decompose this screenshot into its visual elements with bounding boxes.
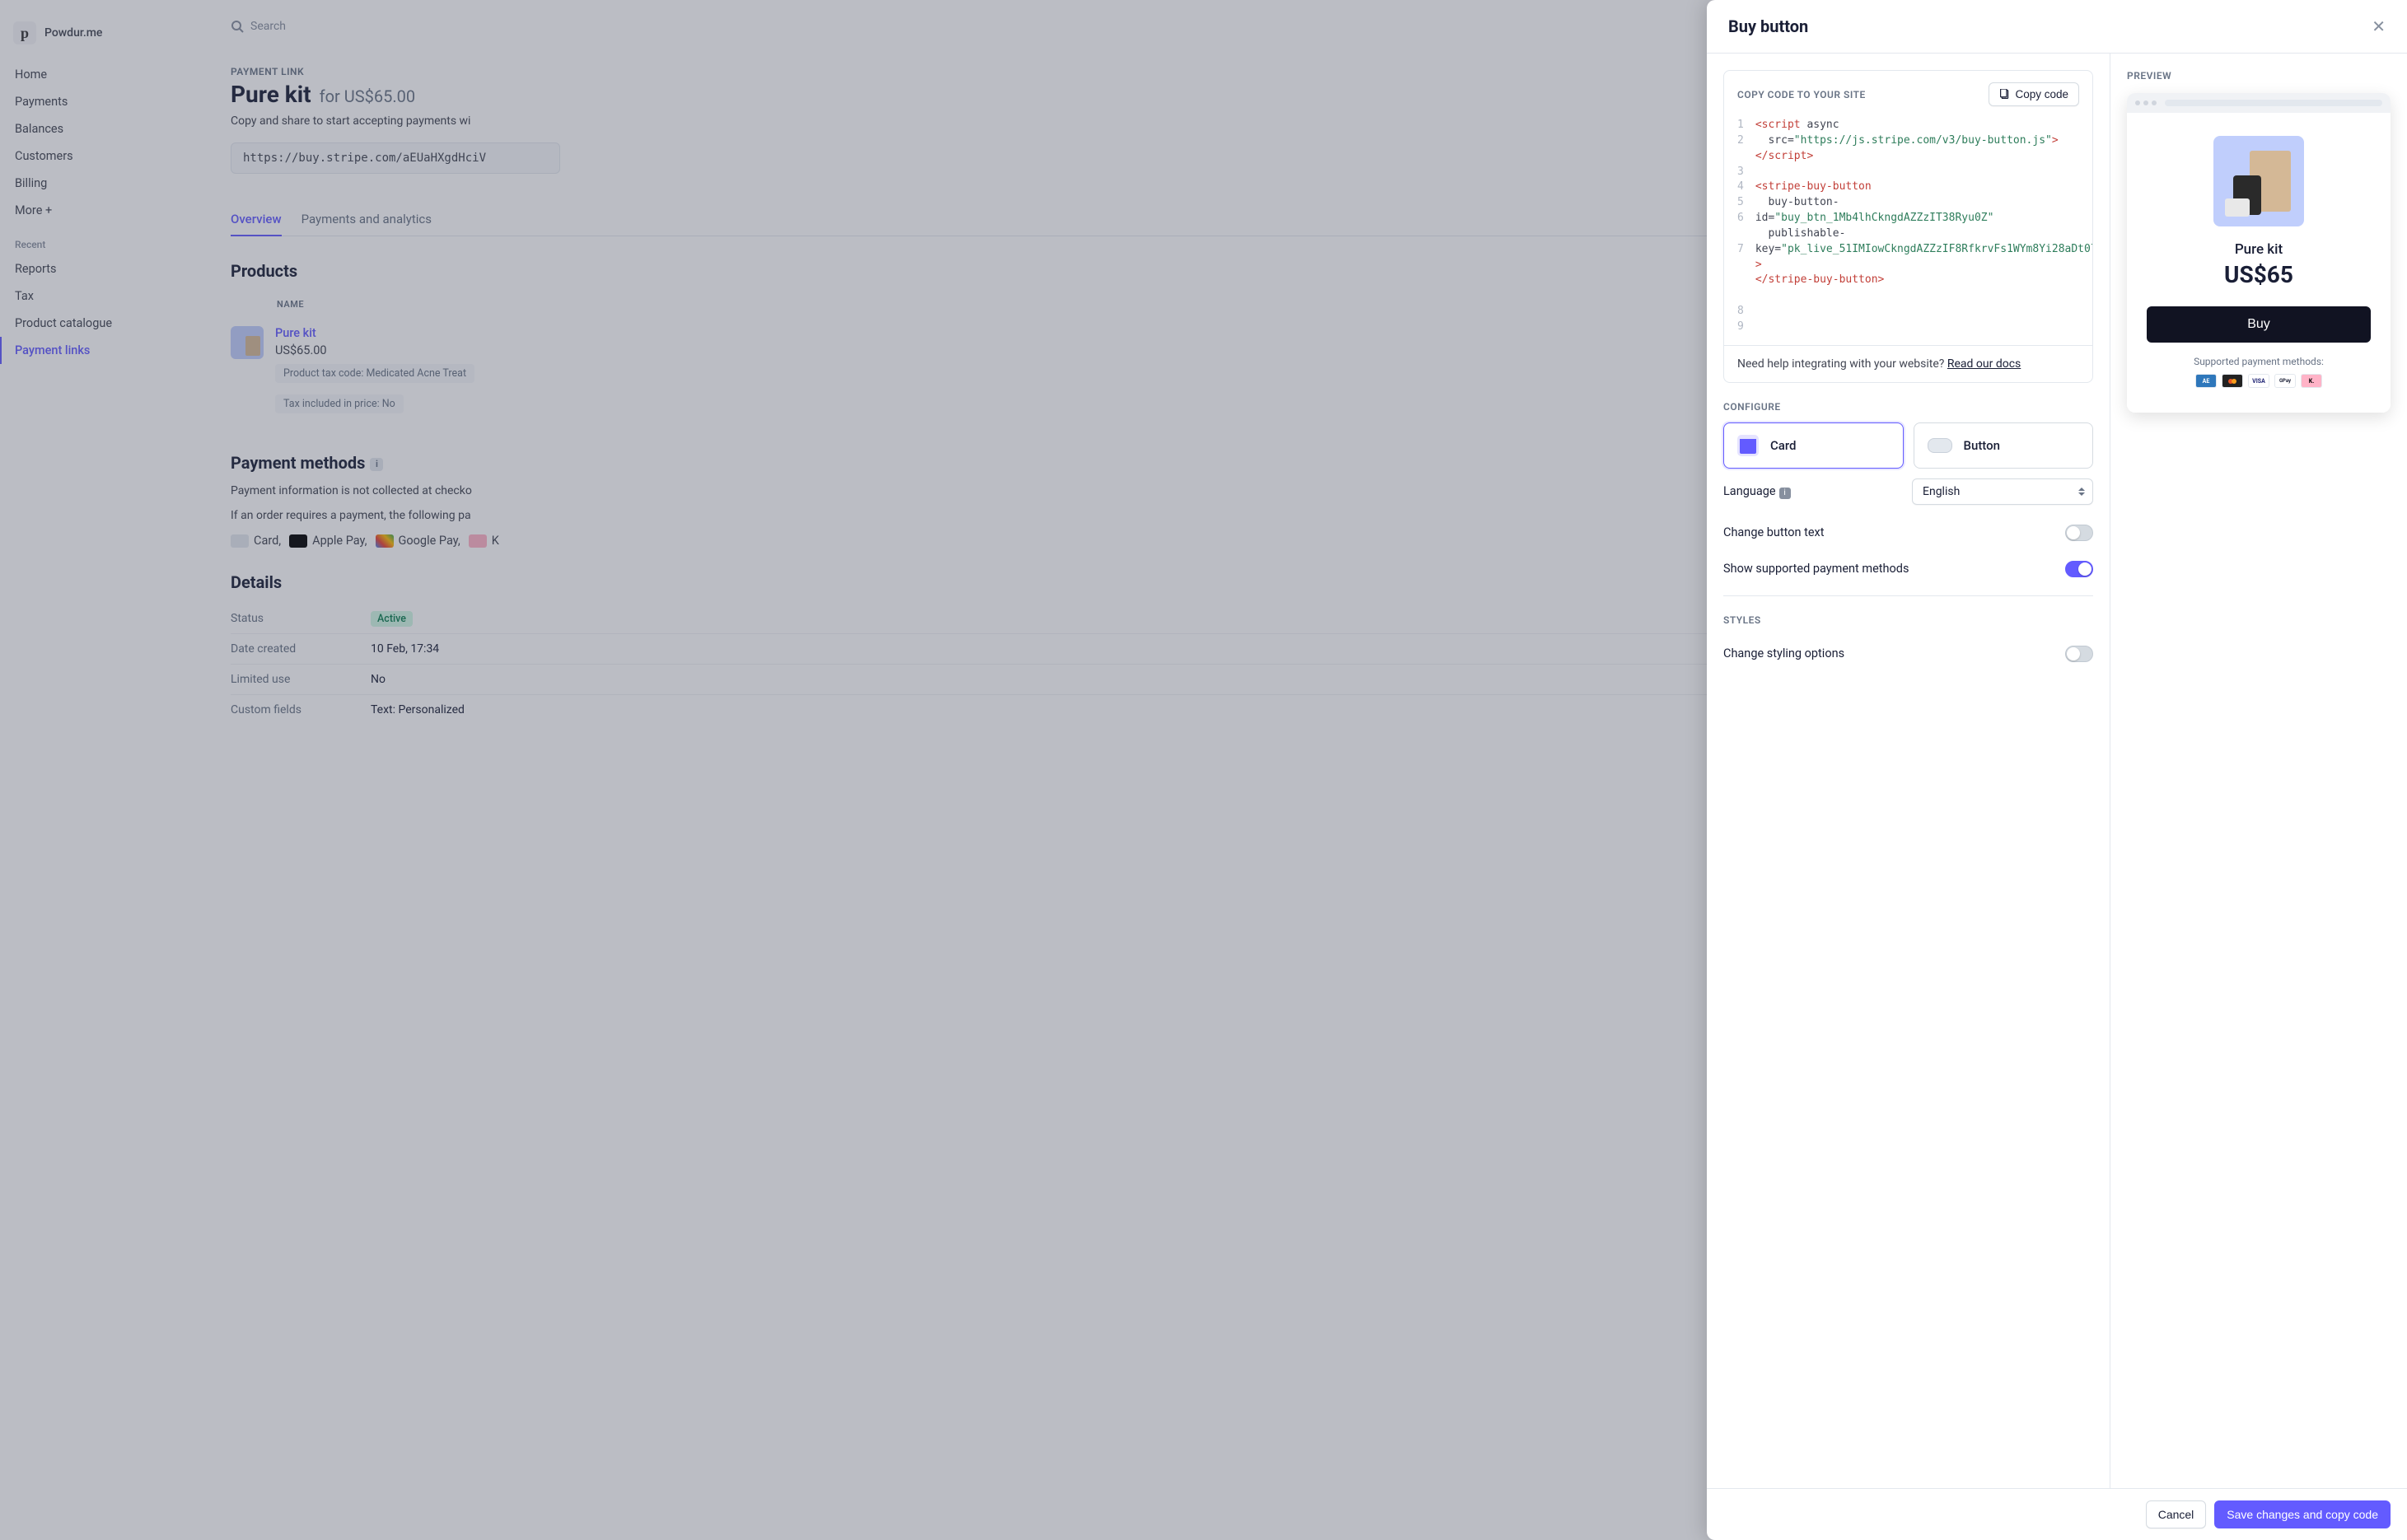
drawer-title: Buy button	[1728, 16, 1808, 36]
klarna-icon: K.	[2301, 374, 2322, 388]
preview-payment-methods: AE VISA GPay K.	[2147, 374, 2371, 388]
configure-option-button[interactable]: Button	[1914, 422, 2094, 469]
divider	[1723, 595, 2093, 596]
change-button-text-label: Change button text	[1723, 525, 1824, 539]
preview-price: US$65	[2147, 261, 2371, 288]
preview-product-name: Pure kit	[2147, 241, 2371, 258]
change-styling-label: Change styling options	[1723, 646, 1844, 660]
preview-frame: Pure kit US$65 Buy Supported payment met…	[2127, 93, 2391, 413]
code-card: COPY CODE TO YOUR SITE Copy code 1234567…	[1723, 70, 2093, 383]
clipboard-icon	[1999, 89, 2010, 100]
show-payment-methods-toggle[interactable]	[2065, 561, 2093, 577]
change-styling-toggle[interactable]	[2065, 646, 2093, 662]
close-icon[interactable]: ✕	[2372, 16, 2386, 36]
gpay-icon: GPay	[2274, 374, 2296, 388]
card-layout-icon	[1737, 435, 1759, 456]
info-icon[interactable]: i	[1779, 488, 1791, 499]
amex-icon: AE	[2195, 374, 2217, 388]
preview-supported-label: Supported payment methods:	[2147, 356, 2371, 367]
configure-option-card[interactable]: Card	[1723, 422, 1904, 469]
preview-product-image	[2213, 136, 2304, 226]
preview-label: PREVIEW	[2127, 70, 2391, 82]
read-docs-link[interactable]: Read our docs	[1947, 357, 2021, 371]
code-card-label: COPY CODE TO YOUR SITE	[1737, 89, 1866, 100]
change-button-text-toggle[interactable]	[2065, 525, 2093, 541]
preview-browser-chrome	[2127, 93, 2391, 113]
button-layout-icon	[1928, 438, 1952, 453]
preview-buy-button[interactable]: Buy	[2147, 306, 2371, 343]
cancel-button[interactable]: Cancel	[2146, 1500, 2207, 1528]
visa-icon: VISA	[2248, 374, 2269, 388]
language-label: Language	[1723, 484, 1776, 498]
language-select[interactable]: English	[1912, 478, 2093, 505]
save-button[interactable]: Save changes and copy code	[2214, 1500, 2391, 1528]
copy-code-button[interactable]: Copy code	[1989, 82, 2079, 106]
configure-label: CONFIGURE	[1723, 401, 2093, 413]
mastercard-icon	[2222, 374, 2243, 388]
code-help: Need help integrating with your website?…	[1724, 345, 2092, 382]
styles-label: STYLES	[1723, 614, 2093, 626]
buy-button-drawer: Buy button ✕ COPY CODE TO YOUR SITE Copy…	[1707, 0, 2407, 1540]
code-block[interactable]: 123456789 <script async src="https://js.…	[1724, 118, 2092, 345]
show-payment-methods-label: Show supported payment methods	[1723, 562, 1909, 576]
